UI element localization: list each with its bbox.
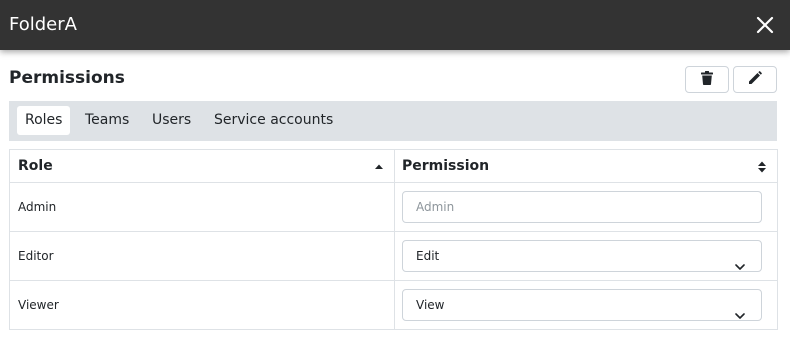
- tab-users[interactable]: Users: [144, 106, 199, 135]
- window-titlebar: FolderA: [0, 0, 790, 50]
- tab-roles[interactable]: Roles: [17, 106, 71, 135]
- column-header-role[interactable]: Role: [18, 158, 53, 174]
- permission-field-disabled: Admin: [402, 191, 762, 223]
- permission-select[interactable]: Edit: [402, 240, 762, 272]
- page-title: Permissions: [9, 68, 125, 88]
- table-row: Viewer View: [10, 281, 777, 329]
- permission-value: Edit: [416, 249, 440, 263]
- column-header-permission[interactable]: Permission: [402, 158, 489, 174]
- table-row: Editor Edit: [10, 232, 777, 281]
- role-name: Admin: [18, 200, 57, 214]
- permissions-table: Role Permission Admin Admin Editor Edit: [9, 149, 778, 330]
- tab-teams[interactable]: Teams: [77, 106, 137, 135]
- tab-service-accounts[interactable]: Service accounts: [206, 106, 341, 135]
- chevron-down-icon: [735, 252, 745, 270]
- window-title: FolderA: [9, 14, 77, 35]
- table-header-row: Role Permission: [10, 150, 777, 183]
- table-row: Admin Admin: [10, 183, 777, 232]
- trash-icon: [701, 70, 713, 89]
- delete-button[interactable]: [685, 66, 729, 93]
- chevron-down-icon: [735, 301, 745, 319]
- tab-bar: Roles Teams Users Service accounts: [9, 101, 777, 141]
- close-icon[interactable]: [754, 14, 776, 36]
- sort-unsorted-icon[interactable]: [756, 159, 768, 173]
- sort-ascending-icon[interactable]: [373, 159, 385, 173]
- permission-value: Admin: [416, 200, 455, 214]
- permission-select[interactable]: View: [402, 289, 762, 321]
- permission-value: View: [416, 298, 445, 312]
- role-name: Viewer: [18, 298, 59, 312]
- role-name: Editor: [18, 249, 54, 263]
- edit-button[interactable]: [733, 66, 777, 93]
- pencil-icon: [748, 70, 762, 89]
